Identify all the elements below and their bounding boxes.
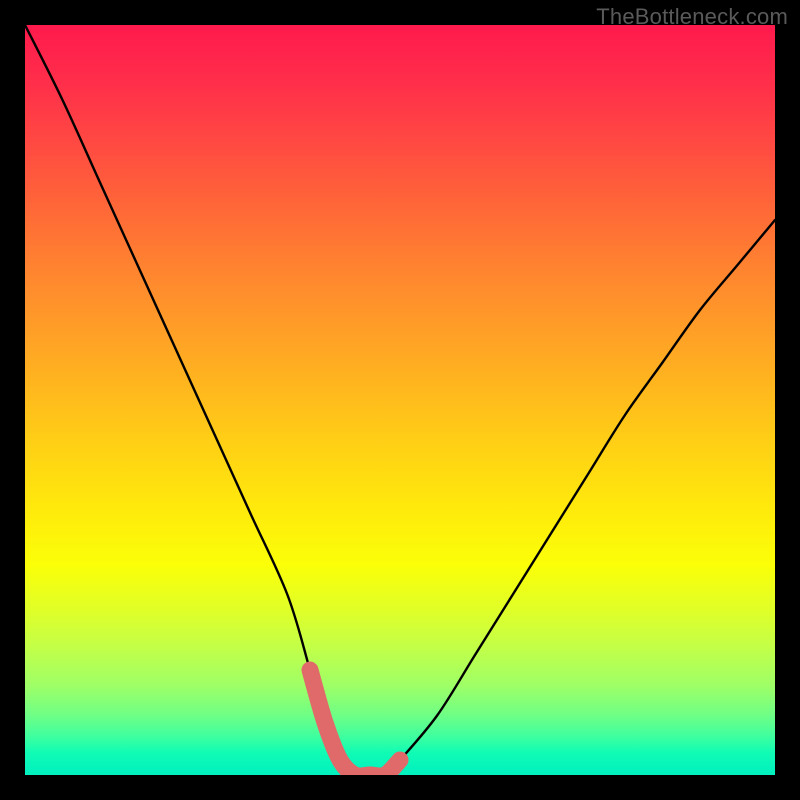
chart-svg <box>25 25 775 775</box>
bottom-highlight <box>310 670 400 775</box>
chart-frame: TheBottleneck.com <box>0 0 800 800</box>
watermark-text: TheBottleneck.com <box>596 4 788 30</box>
bottleneck-curve <box>25 25 775 775</box>
